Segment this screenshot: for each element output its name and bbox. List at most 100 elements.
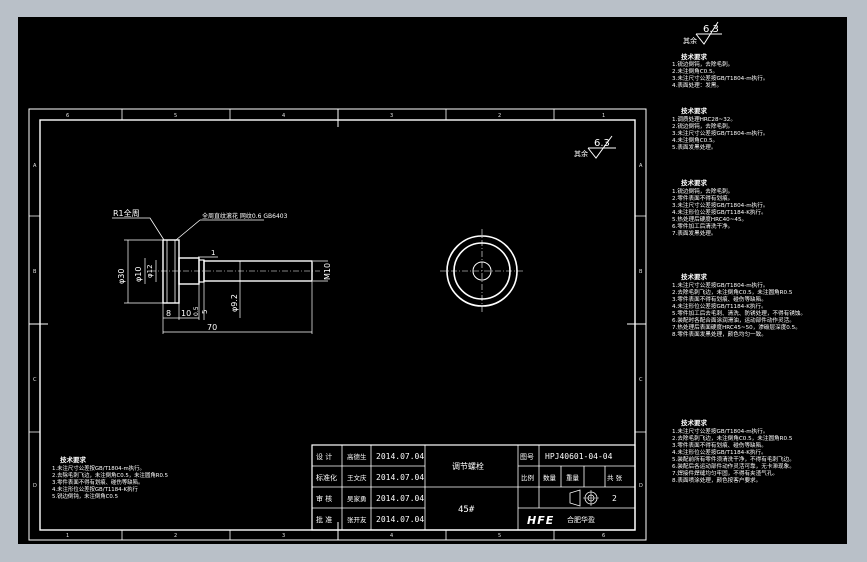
knurl-lines — [166, 240, 176, 303]
side-notes-4-title: 技术要求 — [681, 272, 708, 281]
side-notes-5-line: 2.去除毛刺飞边，未注倒角C0.5，未注圆角R0.5 — [672, 434, 793, 442]
side-notes-3-line: 6.零件加工后清洗干净。 — [672, 222, 733, 230]
side-notes-2-line: 2.锐边倒钝，去除毛刺。 — [672, 122, 733, 130]
side-notes-1-title: 技术要求 — [681, 52, 708, 61]
tech-note-line: 4.未注形位公差按GB/T1184-K执行 — [52, 485, 138, 493]
tb-weight-label: 重量 — [566, 474, 580, 482]
side-notes-4-line: 6.装配时各配合面涂润滑油，运动部件动作灵活。 — [672, 316, 795, 324]
tech-note-line: 2.去除毛刺飞边，未注倒角C0.5，未注圆角R0.5 — [52, 471, 168, 479]
zone-label: 2 — [498, 113, 501, 119]
zone-ticks-vertical — [29, 215, 646, 433]
tb-name: 张开友 — [347, 515, 367, 524]
side-notes-5-line: 6.装配后各运动部件动作灵活可靠，无卡滞现象。 — [672, 462, 795, 470]
end-view-centerlines — [440, 229, 524, 313]
side-notes-5-line: 8.表面喷涂处理，颜色按客户要求。 — [672, 476, 761, 484]
side-notes-5-line: 5.装配前所有零件须清洗干净，不得有毛刺飞边。 — [672, 455, 795, 463]
zone-label: 5 — [498, 533, 501, 539]
side-notes-5-line: 1.未注尺寸公差按GB/T1804-m执行。 — [672, 427, 768, 435]
drawing-canvas[interactable]: 6.3 其余 技术要求 1.锐边倒钝，去除毛刺。 2.未注倒角C0.5。 3.未… — [18, 17, 847, 544]
zone-label: B — [639, 269, 643, 275]
part-end-view[interactable] — [440, 229, 524, 313]
side-notes-2-line: 1.调质处理HRC28~32。 — [672, 115, 736, 123]
side-notes-2-line: 3.未注尺寸公差按GB/T1804-m执行。 — [672, 129, 768, 137]
dim-70: 70 — [207, 323, 217, 332]
zone-label: 2 — [174, 533, 177, 539]
leader-knurl — [175, 219, 264, 241]
top-roughness-label: 其余 — [683, 36, 697, 45]
side-notes-4-line: 4.未注形位公差按GB/T1184-K执行。 — [672, 302, 767, 310]
tb-name: 高德生 — [347, 452, 367, 461]
tb-label-approve: 批 准 — [316, 515, 332, 524]
cad-viewport[interactable]: 6.3 其余 技术要求 1.锐边倒钝，去除毛刺。 2.未注倒角C0.5。 3.未… — [18, 17, 847, 544]
tb-date: 2014.07.04 — [376, 452, 424, 461]
tb-label-design: 设 计 — [316, 452, 332, 461]
tb-label-check: 审 核 — [316, 494, 332, 503]
dim-1: 1 — [211, 249, 215, 257]
zone-label: 6 — [602, 533, 605, 539]
dim-05: 0.5 — [193, 306, 200, 316]
zone-label: D — [639, 483, 643, 489]
side-notes-2: 技术要求 1.调质处理HRC28~32。 2.锐边倒钝，去除毛刺。 3.未注尺寸… — [672, 106, 768, 151]
part-side-view[interactable]: R1全周 全周直纹滚花 网纹0.6 GB6403 1 φ30 φ10 φ12 φ… — [112, 208, 332, 334]
side-notes-1-line: 1.锐边倒钝，去除毛刺。 — [672, 60, 733, 68]
dim-10: 10 — [181, 309, 191, 318]
side-notes-2-title: 技术要求 — [681, 106, 708, 115]
dim-dia10: φ10 — [134, 267, 143, 282]
side-notes-4-line: 3.零件表面不得有划痕、碰伤等缺陷。 — [672, 295, 767, 303]
title-block[interactable]: 设 计 标准化 审 核 批 准 高德生 王文庆 吴家勇 张开友 2014.07.… — [311, 444, 636, 531]
side-notes-3-line: 2.零件表面不得有划痕。 — [672, 194, 733, 202]
side-notes-4-line: 1.未注尺寸公差按GB/T1804-m执行。 — [672, 281, 768, 289]
side-notes-1: 技术要求 1.锐边倒钝，去除毛刺。 2.未注倒角C0.5。 3.未注尺寸公差按G… — [672, 52, 768, 89]
side-notes-3-line: 4.未注形位公差按GB/T1184-K执行。 — [672, 208, 767, 216]
tb-scale-label: 比例 — [521, 473, 534, 482]
bolt-head — [162, 239, 180, 304]
tb-label-std: 标准化 — [316, 473, 337, 482]
side-notes-2-line: 4.未注倒角C0.5。 — [672, 136, 718, 144]
tb-part-name: 调节螺栓 — [452, 461, 484, 471]
dim-8: 8 — [166, 309, 171, 318]
side-notes-5-title: 技术要求 — [681, 418, 708, 427]
dim-dia30-line — [124, 239, 163, 304]
tb-scale-value: 2 — [612, 494, 617, 503]
callout-knurl: 全周直纹滚花 网纹0.6 GB6403 — [202, 212, 288, 220]
tech-note-line: 3.零件表面不得有划痕、碰伤等缺陷。 — [52, 478, 143, 486]
tb-material: 45# — [458, 505, 475, 515]
tb-name: 吴家勇 — [347, 494, 367, 503]
side-notes-5-line: 4.未注形位公差按GB/T1184-K执行。 — [672, 448, 767, 456]
dim-dia12: φ12 — [146, 264, 154, 278]
dim-m10: M10 — [323, 263, 332, 280]
zone-label: 3 — [390, 113, 393, 119]
zone-label: 4 — [390, 533, 393, 539]
zone-label: A — [33, 163, 37, 169]
projection-symbol-icon — [569, 489, 599, 507]
tb-company: 合肥华盈 — [567, 515, 595, 524]
zone-label: D — [33, 483, 37, 489]
inner-roughness-value: 6.3 — [594, 138, 610, 149]
side-notes-2-line: 5.表面发黑处理。 — [672, 143, 717, 151]
company-logo: HFE — [527, 514, 554, 527]
inner-roughness-symbol: 6.3 其余 — [574, 135, 616, 159]
side-notes-4-line: 5.零件加工后去毛刺、清洗、防锈处理，不得有锈蚀。 — [672, 309, 806, 317]
tb-date: 2014.07.04 — [376, 494, 424, 503]
side-notes-3-title: 技术要求 — [681, 178, 708, 187]
side-notes-4-line: 2.去除毛刺飞边，未注倒角C0.5，未注圆角R0.5 — [672, 288, 793, 296]
side-notes-5-line: 3.零件表面不得有划痕、碰伤等缺陷。 — [672, 441, 767, 449]
tb-qty-label: 数量 — [543, 473, 557, 482]
zone-label: 4 — [282, 113, 285, 119]
zone-ticks-horizontal — [121, 109, 555, 540]
side-notes-1-line: 4.表面处理：发黑。 — [672, 81, 722, 89]
side-notes-1-line: 3.未注尺寸公差按GB/T1804-m执行。 — [672, 74, 768, 82]
side-notes-3-line: 7.表面发黑处理。 — [672, 229, 717, 237]
tech-notes-left: 技术要求 1.未注尺寸公差按GB/T1804-m执行。 2.去除毛刺飞边，未注倒… — [52, 455, 168, 500]
dim-dia92: φ9.2 — [230, 294, 239, 312]
side-notes-1-line: 2.未注倒角C0.5。 — [672, 67, 718, 75]
side-notes-4-line: 8.零件表面发黑处理，颜色均匀一致。 — [672, 330, 767, 338]
zone-label: 5 — [174, 113, 177, 119]
zone-label: 3 — [282, 533, 285, 539]
zone-label: 1 — [602, 113, 605, 119]
side-notes-3-line: 3.未注尺寸公差按GB/T1804-m执行。 — [672, 201, 768, 209]
tech-note-line: 5.锐边倒钝，未注倒角C0.5 — [52, 492, 118, 500]
zone-label: C — [639, 377, 643, 383]
dim-5: 5 — [201, 310, 209, 314]
zone-label: 1 — [66, 533, 69, 539]
